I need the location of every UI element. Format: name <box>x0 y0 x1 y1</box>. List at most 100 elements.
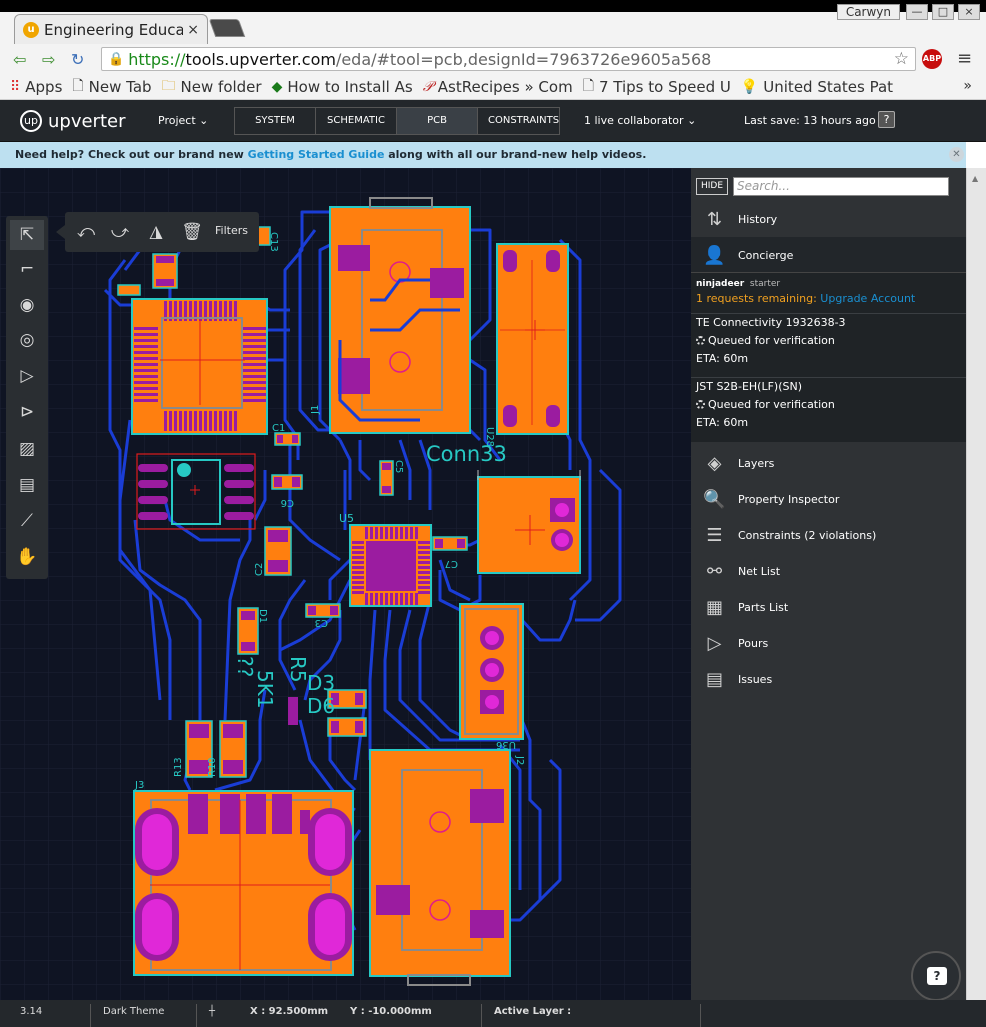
select-move-icon[interactable]: ⇱ <box>10 220 44 250</box>
reload-icon[interactable]: ↻ <box>71 50 84 69</box>
text-icon[interactable]: ▤ <box>10 470 44 500</box>
scroll-up-icon[interactable]: ▲ <box>972 174 978 183</box>
tab-schematic[interactable]: SCHEMATIC <box>316 108 397 134</box>
component-j2[interactable] <box>369 749 511 986</box>
panel-item-layers[interactable]: ◈ Layers <box>691 445 966 481</box>
window-close-icon[interactable]: × <box>958 4 980 20</box>
bookmark-united-states-pat[interactable]: 💡 United States Pat <box>741 78 893 96</box>
back-icon[interactable]: ⇦ <box>13 50 26 69</box>
image-icon[interactable]: ▨ <box>10 434 44 464</box>
tab-close-icon[interactable]: × <box>187 22 199 38</box>
hide-button[interactable]: HIDE <box>696 178 728 195</box>
page-icon: 🗋 <box>582 77 594 94</box>
getting-started-link[interactable]: Getting Started Guide <box>248 148 385 161</box>
component-conn33[interactable] <box>477 470 581 574</box>
label-j1: J1 <box>310 405 321 415</box>
browser-tab[interactable]: u Engineering Educat × <box>14 14 208 44</box>
panel-item-net-list[interactable]: ⚯ Net List <box>691 553 966 589</box>
dismiss-banner-icon[interactable]: ✕ <box>949 147 964 162</box>
chevron-down-icon: ⌄ <box>199 114 209 127</box>
ic-pad <box>405 527 408 539</box>
label-d6: D6 <box>307 694 335 718</box>
component-u28[interactable] <box>496 243 569 435</box>
label-j2: J2 <box>514 755 525 765</box>
upverter-logo[interactable]: up upverter <box>20 110 126 132</box>
ruler-icon[interactable]: ⟋ <box>10 506 44 536</box>
bookmark-label: How to Install As <box>287 77 413 96</box>
tab-pcb-layout[interactable]: PCB LAYOUT <box>397 108 478 152</box>
panel-item-issues[interactable]: ▤ Issues <box>691 661 966 697</box>
bookmark-star-icon[interactable]: ☆ <box>894 49 909 69</box>
pan-hand-icon[interactable]: ✋ <box>10 542 44 572</box>
bookmark-astrecipes[interactable]: 𝒫 AstRecipes » Com <box>423 78 573 96</box>
project-menu[interactable]: Project ⌄ <box>158 114 208 127</box>
minimize-icon[interactable]: — <box>906 4 928 20</box>
lock-icon: 🔒 <box>108 51 125 67</box>
help-icon[interactable]: ? <box>878 111 895 128</box>
panel-item-parts-list[interactable]: ▦ Parts List <box>691 589 966 625</box>
panel-search-input[interactable]: Search... <box>733 177 949 196</box>
request-item: JST S2B-EH(LF)(SN) Queued for verificati… <box>691 377 966 432</box>
bookmark-apps[interactable]: ⠿ Apps <box>10 78 62 96</box>
ic-pad <box>134 387 158 390</box>
component-j3[interactable] <box>133 790 354 976</box>
forward-icon[interactable]: ⇨ <box>42 50 55 69</box>
mode-tabs: SYSTEM SCHEMATIC PCB LAYOUT CONSTRAINTS <box>234 107 560 152</box>
ic-pad <box>242 399 266 402</box>
panel-item-concierge[interactable]: 👤 Concierge <box>691 237 966 273</box>
window-user-label[interactable]: Carwyn <box>836 4 900 20</box>
panel-item-constraints[interactable]: ☰ Constraints (2 violations) <box>691 517 966 553</box>
status-bar: 3.14 Dark Theme ┼ X : 92.500mm Y : -10.0… <box>0 1000 986 1027</box>
panel-scrollbar[interactable]: ▲ <box>966 168 986 1000</box>
component-u5[interactable] <box>349 524 432 607</box>
component-j1[interactable] <box>329 197 471 434</box>
pour-outline-icon[interactable]: ⊳ <box>10 397 44 427</box>
component-ic-qfn[interactable] <box>131 298 268 435</box>
new-tab-button[interactable] <box>208 19 246 37</box>
plan-label: starter <box>749 279 781 289</box>
pour-icon[interactable]: ▷ <box>10 361 44 391</box>
ic-pad <box>209 411 212 431</box>
pcb-canvas[interactable]: C13 C1 C5 C6 C2 C3 C7 U5 D1 R13 R10 J3 J… <box>0 168 691 1000</box>
help-chat-button[interactable]: ? <box>911 951 961 1001</box>
bookmark-label: New folder <box>180 77 262 96</box>
trash-icon[interactable]: 🗑 <box>179 220 205 244</box>
ic-pad <box>242 381 266 384</box>
project-menu-label: Project <box>158 114 196 127</box>
redo-rotate-icon[interactable]: ⤻ <box>107 220 133 244</box>
filters-button[interactable]: Filters <box>215 224 248 237</box>
chrome-menu-icon[interactable]: ≡ <box>957 48 972 69</box>
maximize-icon[interactable]: □ <box>932 4 954 20</box>
theme-selector[interactable]: Dark Theme <box>90 1004 164 1027</box>
bookmark-how-to-install[interactable]: ◆ How to Install As <box>272 78 413 96</box>
ic-pad <box>189 411 192 431</box>
ic-pad <box>395 527 398 539</box>
hole-icon[interactable]: ◎ <box>10 325 44 355</box>
ic-pad <box>134 327 158 330</box>
upgrade-account-link[interactable]: Upgrade Account <box>820 292 915 305</box>
via-icon[interactable]: ◉ <box>10 290 44 320</box>
url-input[interactable]: 🔒 https://tools.upverter.com/eda/#tool=p… <box>101 47 916 71</box>
active-layer: Active Layer : <box>481 1004 571 1027</box>
collaborators-menu[interactable]: 1 live collaborator ⌄ <box>584 114 696 127</box>
ic-pad <box>352 576 364 579</box>
flip-icon[interactable]: ◮ <box>143 220 169 244</box>
bookmark-new-tab[interactable]: 🗋 New Tab <box>72 75 151 99</box>
panel-item-history[interactable]: ⇅ History <box>691 201 966 237</box>
panel-item-pours[interactable]: ▷ Pours <box>691 625 966 661</box>
route-icon[interactable]: ⌐ <box>10 254 44 284</box>
tab-system[interactable]: SYSTEM <box>235 108 316 134</box>
label-c6: C6 <box>281 497 294 508</box>
panel-item-property-inspector[interactable]: 🔍 Property Inspector <box>691 481 966 517</box>
ic-pad <box>242 357 266 360</box>
bookmark-new-folder[interactable]: 🗀 New folder <box>162 75 262 99</box>
tab-constraints[interactable]: CONSTRAINTS <box>478 108 559 134</box>
ic-pad <box>184 411 187 431</box>
concierge-panel: ninjadeer starter 1 requests remaining: … <box>691 272 966 442</box>
component-u36[interactable] <box>459 603 524 740</box>
bookmarks-overflow-icon[interactable]: » <box>963 78 972 94</box>
adblock-icon[interactable]: ABP <box>922 49 942 69</box>
label-u36: U36 <box>496 739 516 750</box>
bookmark-7-tips[interactable]: 🗋 7 Tips to Speed U <box>583 75 731 99</box>
undo-rotate-icon[interactable]: ⤺ <box>73 220 99 244</box>
